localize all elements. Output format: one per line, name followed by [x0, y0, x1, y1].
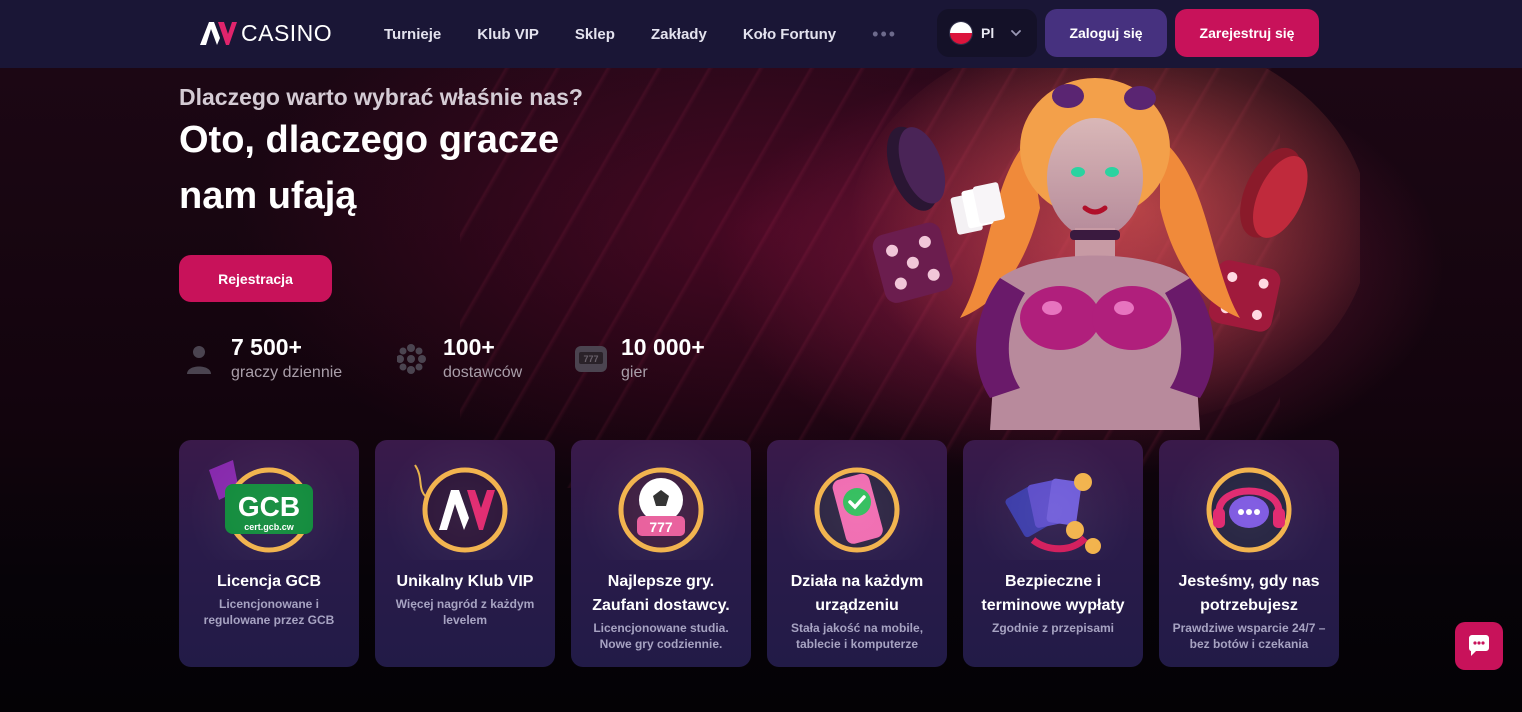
feature-card-payouts[interactable]: Bezpieczne i terminowe wypłaty Zgodnie z…: [963, 440, 1143, 667]
stat-value: 100+: [443, 334, 495, 360]
card-description: Licencjonowane i regulowane przez GCB: [203, 597, 335, 627]
nav-item-shop[interactable]: Sklep: [575, 26, 615, 43]
feature-card-license[interactable]: GCB cert.gcb.cw Licencja GCB Licencjonow…: [179, 440, 359, 667]
nav-item-sports-betting[interactable]: Zakłady: [651, 26, 707, 43]
card-title: Jesteśmy, gdy nas potrzebujesz: [1178, 573, 1320, 614]
card-description: Zgodnie z przepisami: [991, 621, 1114, 635]
hero-subtitle: Dlaczego warto wybrać właśnie nas?: [179, 84, 583, 110]
register-button[interactable]: Zarejestruj się: [1175, 9, 1319, 57]
card-description: Prawdziwe wsparcie 24/7 – bez botów i cz…: [1172, 621, 1326, 651]
user-icon: [187, 346, 211, 374]
live-chat-button[interactable]: [1455, 622, 1503, 670]
feature-card-devices[interactable]: Działa na każdym urządzeniu Stała jakość…: [767, 440, 947, 667]
stat-value: 7 500+: [231, 334, 302, 360]
feature-card-games[interactable]: 777 Najlepsze gry. Zaufani dostawcy. Lic…: [571, 440, 751, 667]
chat-bubble-icon: [1469, 635, 1489, 656]
support-headset-icon: [1206, 467, 1292, 553]
card-description: Więcej nagród z każdym levelem: [395, 597, 535, 627]
hero-section: Dlaczego warto wybrać właśnie nas? Oto, …: [0, 68, 1522, 712]
site-logo[interactable]: CASINO: [199, 20, 332, 46]
cards-and-coins-icon: [1005, 473, 1101, 554]
card-title: Unikalny Klub VIP: [396, 573, 534, 590]
nav-item-tournaments[interactable]: Turnieje: [384, 26, 441, 43]
hero-character-illustration: [850, 68, 1360, 430]
slot-and-football-icon: 777: [618, 467, 704, 553]
feature-card-vip-club[interactable]: Unikalny Klub VIP Więcej nagród z każdym…: [375, 440, 555, 667]
nav-item-wheel-of-fortune[interactable]: Koło Fortuny: [743, 26, 836, 43]
card-title: Bezpieczne i terminowe wypłaty: [981, 573, 1125, 614]
nav-item-vip-club[interactable]: Klub VIP: [477, 26, 539, 43]
logo-text: CASINO: [241, 19, 333, 46]
svg-text:777: 777: [583, 354, 598, 364]
card-title: Najlepsze gry. Zaufani dostawcy.: [592, 573, 730, 614]
gcb-license-badge-icon: GCB cert.gcb.cw: [209, 460, 313, 553]
providers-icon: [397, 344, 426, 374]
more-menu-icon[interactable]: •••: [872, 24, 897, 45]
chevron-down-icon: [1011, 30, 1022, 37]
stat-label: dostawców: [443, 364, 523, 381]
card-description: Licencjonowane studia. Nowe gry codzienn…: [593, 621, 729, 651]
language-code: Pl: [981, 25, 995, 41]
vip-logo-badge-icon: [414, 464, 508, 553]
mobile-device-check-icon: [814, 467, 900, 553]
top-navigation-bar: CASINO Turnieje Klub VIP Sklep Zakłady K…: [0, 0, 1522, 68]
gcb-badge-text: GCB: [238, 491, 300, 522]
hero-headline: Oto, dlaczego gracze nam ufają: [179, 119, 560, 217]
main-nav: Turnieje Klub VIP Sklep Zakłady Koło For…: [384, 0, 897, 68]
svg-text:777: 777: [649, 519, 673, 535]
slot-machine-icon: 777: [575, 346, 607, 372]
av-logo-icon: [200, 22, 237, 45]
card-title: Licencja GCB: [216, 573, 322, 590]
login-button[interactable]: Zaloguj się: [1045, 9, 1167, 57]
gcb-badge-subtext: cert.gcb.cw: [244, 522, 295, 532]
card-description: Stała jakość na mobile, tablecie i kompu…: [790, 621, 924, 651]
stat-label: gier: [621, 364, 648, 381]
stat-value: 10 000+: [621, 334, 705, 360]
card-title: Działa na każdym urządzeniu: [790, 573, 924, 614]
stat-label: graczy dziennie: [231, 364, 343, 381]
feature-card-support[interactable]: Jesteśmy, gdy nas potrzebujesz Prawdziwe…: [1159, 440, 1339, 667]
hero-register-button[interactable]: Rejestracja: [179, 255, 332, 302]
poland-flag-icon: [949, 21, 973, 45]
language-selector[interactable]: Pl: [937, 9, 1037, 57]
